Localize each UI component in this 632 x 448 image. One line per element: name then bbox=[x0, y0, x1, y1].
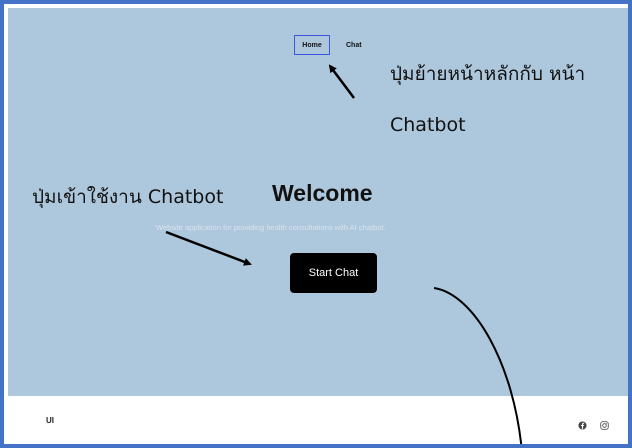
footer: UI bbox=[8, 396, 628, 444]
facebook-icon[interactable] bbox=[577, 420, 587, 430]
nav-chat-button[interactable]: Chat bbox=[346, 35, 362, 55]
nav-home-button[interactable]: Home bbox=[294, 35, 330, 55]
start-chat-button[interactable]: Start Chat bbox=[290, 253, 377, 293]
annotation-nav-line1: ปุ่มย้ายหน้าหลักกับ หน้า bbox=[390, 63, 586, 85]
page-title: Welcome bbox=[272, 180, 373, 206]
instagram-icon[interactable] bbox=[599, 420, 609, 430]
screenshot-frame: Home Chat Welcome Website application fo… bbox=[0, 0, 632, 448]
footer-logo: UI bbox=[46, 416, 54, 425]
annotation-nav-line2: Chatbot bbox=[390, 114, 466, 136]
annotation-cta: ปุ่มเข้าใช้งาน Chatbot bbox=[32, 186, 224, 208]
page-subtitle: Website application for providing health… bbox=[156, 223, 386, 232]
